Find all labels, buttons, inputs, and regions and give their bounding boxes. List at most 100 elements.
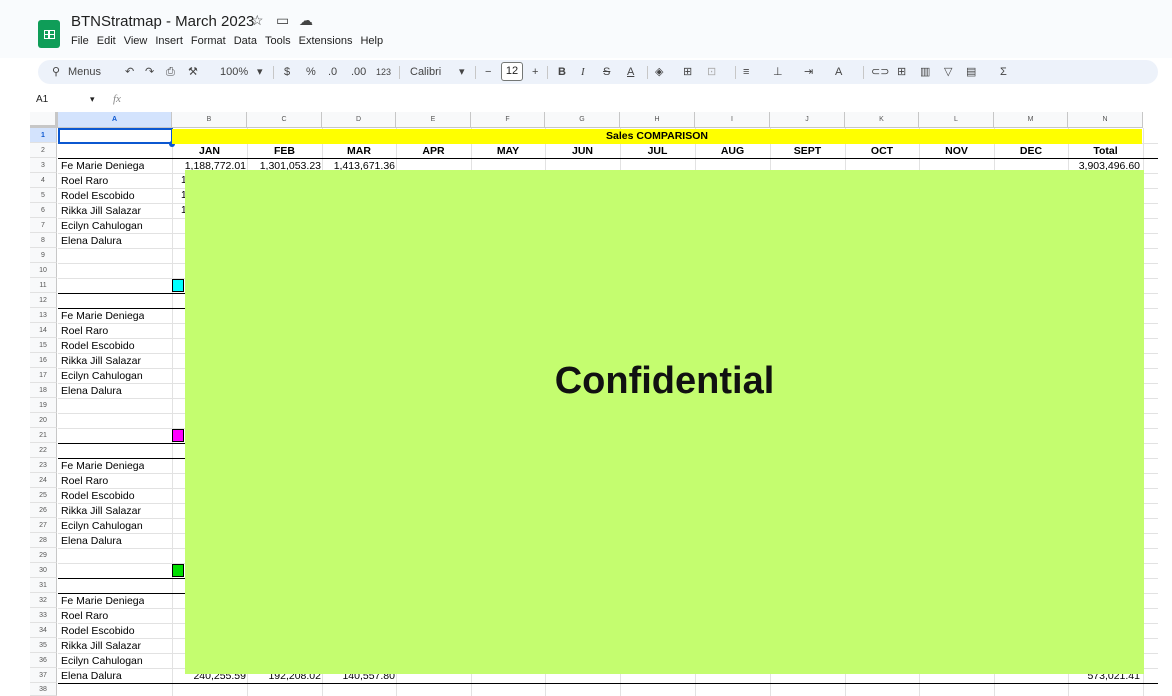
selected-cell-a1[interactable] [58,128,173,144]
row-header[interactable]: 33 [30,608,57,623]
row-header[interactable]: 30 [30,563,57,578]
row-header[interactable]: 28 [30,533,57,548]
row-header[interactable]: 13 [30,308,57,323]
sales-comparison-banner[interactable]: Sales COMPARISON [172,129,1142,144]
row-header[interactable]: 31 [30,578,57,593]
sales-rep-name[interactable]: Rodel Escobido [61,339,135,353]
month-header[interactable]: JUN [545,144,620,158]
column-header-h[interactable]: H [620,112,695,128]
row-header[interactable]: 38 [30,683,57,696]
sales-rep-name[interactable]: Elena Dalura [61,669,122,683]
cell-c37[interactable]: 192,208.02 [249,674,321,683]
column-header-e[interactable]: E [396,112,471,128]
sales-rep-name[interactable]: Elena Dalura [61,234,122,248]
column-header-f[interactable]: F [471,112,545,128]
row-header[interactable]: 3 [30,158,57,173]
column-header-n[interactable]: N [1068,112,1143,128]
month-header[interactable]: JUL [620,144,695,158]
month-header[interactable]: MAR [322,144,396,158]
row-header[interactable]: 25 [30,488,57,503]
sales-rep-name[interactable]: Ecilyn Cahulogan [61,654,143,668]
sales-rep-name[interactable]: Roel Raro [61,474,108,488]
sales-rep-name[interactable]: Ecilyn Cahulogan [61,519,143,533]
row-header[interactable]: 9 [30,248,57,263]
row-header[interactable]: 24 [30,473,57,488]
month-header[interactable]: JAN [172,144,247,158]
cell-d37[interactable]: 140,557.80 [324,674,395,683]
sales-rep-name[interactable]: Rikka Jill Salazar [61,354,141,368]
month-header[interactable]: APR [396,144,471,158]
row-header[interactable]: 15 [30,338,57,353]
row-header[interactable]: 18 [30,383,57,398]
row-header[interactable]: 14 [30,323,57,338]
row-header[interactable]: 23 [30,458,57,473]
month-header[interactable]: FEB [247,144,322,158]
sales-rep-name[interactable]: Roel Raro [61,609,108,623]
sales-rep-name[interactable]: Roel Raro [61,174,108,188]
row-header[interactable]: 22 [30,443,57,458]
sales-rep-name[interactable]: Elena Dalura [61,534,122,548]
sales-rep-name[interactable]: Fe Marie Deniega [61,594,144,608]
row-header[interactable]: 34 [30,623,57,638]
month-header[interactable]: AUG [695,144,770,158]
row-header[interactable]: 37 [30,668,57,683]
sales-rep-name[interactable]: Fe Marie Deniega [61,309,144,323]
row-header[interactable]: 11 [30,278,57,293]
column-header-c[interactable]: C [247,112,322,128]
sales-rep-name[interactable]: Rodel Escobido [61,489,135,503]
color-swatch-magenta[interactable] [172,429,184,442]
sales-rep-name[interactable]: Rikka Jill Salazar [61,204,141,218]
column-header-g[interactable]: G [545,112,620,128]
color-swatch-green[interactable] [172,564,184,577]
month-header[interactable]: DEC [994,144,1068,158]
row-header[interactable]: 4 [30,173,57,188]
month-header[interactable]: Total [1068,144,1143,158]
sales-rep-name[interactable]: Rodel Escobido [61,624,135,638]
column-header-a[interactable]: A [58,112,172,128]
month-header[interactable]: NOV [919,144,994,158]
cell-b3[interactable]: 1,188,772.01 [174,159,246,170]
column-header-b[interactable]: B [172,112,247,128]
sales-rep-name[interactable]: Fe Marie Deniega [61,159,144,173]
sales-rep-name[interactable]: Rodel Escobido [61,189,135,203]
sales-rep-name[interactable]: Roel Raro [61,324,108,338]
sales-rep-name[interactable]: Elena Dalura [61,384,122,398]
column-header-k[interactable]: K [845,112,919,128]
row-header[interactable]: 8 [30,233,57,248]
column-header-d[interactable]: D [322,112,396,128]
row-header[interactable]: 17 [30,368,57,383]
row-header[interactable]: 36 [30,653,57,668]
column-header-m[interactable]: M [994,112,1068,128]
select-all-corner[interactable] [30,112,58,128]
month-header[interactable]: SEPT [770,144,845,158]
column-header-i[interactable]: I [695,112,770,128]
row-header[interactable]: 29 [30,548,57,563]
row-header[interactable]: 20 [30,413,57,428]
row-header[interactable]: 10 [30,263,57,278]
column-header-l[interactable]: L [919,112,994,128]
column-header-j[interactable]: J [770,112,845,128]
cell-n37[interactable]: 573,021.41 [1070,674,1140,683]
sales-rep-name[interactable]: Rikka Jill Salazar [61,504,141,518]
sales-rep-name[interactable]: Ecilyn Cahulogan [61,219,143,233]
row-header[interactable]: 6 [30,203,57,218]
sales-rep-name[interactable]: Rikka Jill Salazar [61,639,141,653]
month-header[interactable]: OCT [845,144,919,158]
cell-d3[interactable]: 1,413,671.36 [324,159,395,170]
row-header[interactable]: 32 [30,593,57,608]
row-header[interactable]: 26 [30,503,57,518]
cell-b37[interactable]: 240,255.59 [174,674,246,683]
color-swatch-cyan[interactable] [172,279,184,292]
sales-rep-name[interactable]: Ecilyn Cahulogan [61,369,143,383]
sales-rep-name[interactable]: Fe Marie Deniega [61,459,144,473]
row-header[interactable]: 2 [30,143,57,158]
row-header[interactable]: 16 [30,353,57,368]
row-header[interactable]: 21 [30,428,57,443]
row-header[interactable]: 1 [30,128,57,143]
row-header[interactable]: 19 [30,398,57,413]
row-header[interactable]: 7 [30,218,57,233]
row-header[interactable]: 27 [30,518,57,533]
cell-c3[interactable]: 1,301,053.23 [249,159,321,170]
cell-n3[interactable]: 3,903,496.60 [1070,159,1140,170]
month-header[interactable]: MAY [471,144,545,158]
